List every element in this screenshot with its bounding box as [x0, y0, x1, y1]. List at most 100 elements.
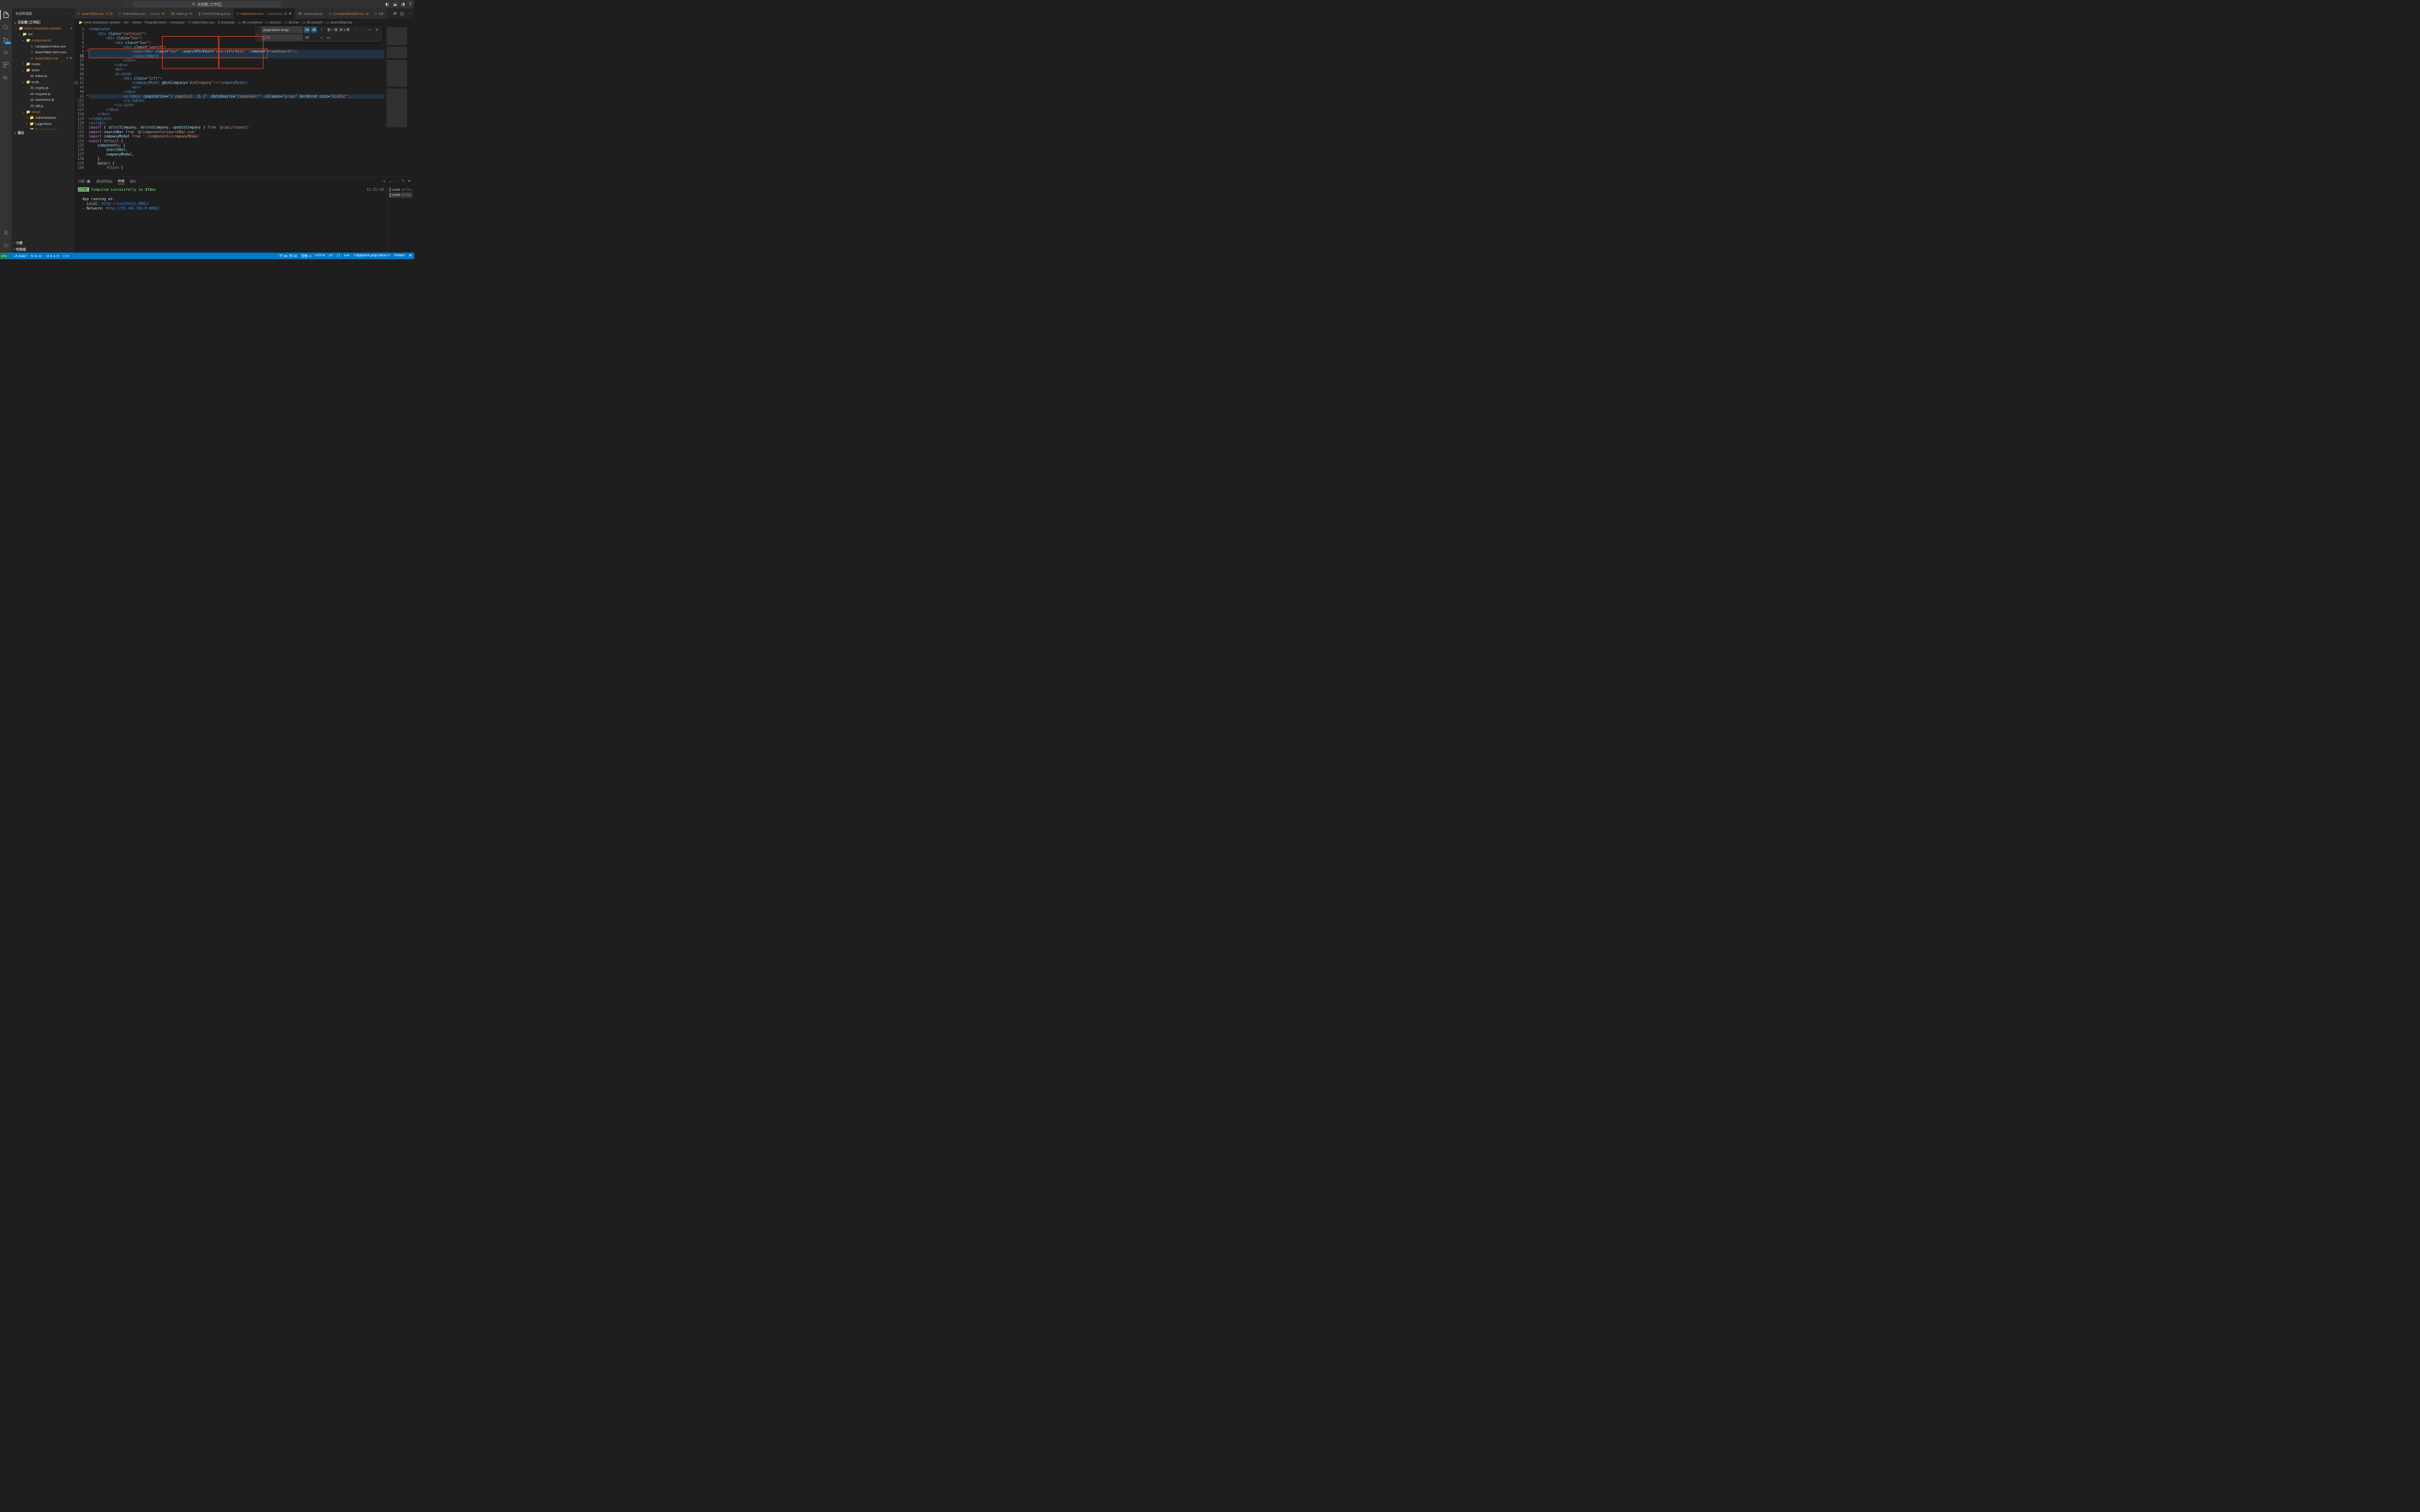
breadcrumb-item[interactable]: ▢div.search — [302, 20, 323, 24]
breadcrumb-item[interactable]: ▢div.bar — [284, 20, 299, 24]
layout-side-icon[interactable]: ◨ — [401, 1, 405, 6]
breadcrumb-item[interactable]: ▢searchBar.bar — [326, 20, 352, 24]
editor-tab[interactable]: Vind — [372, 9, 387, 19]
explorer-icon[interactable] — [2, 12, 9, 19]
command-center[interactable]: 无标题 (工作区) — [133, 1, 282, 7]
status-selector[interactable]: <TagName prop-name /> — [354, 253, 390, 258]
debug-icon[interactable] — [2, 49, 9, 56]
tab-ports[interactable]: 端口 — [130, 179, 136, 184]
status-ports[interactable]: ⬡ 0 — [63, 254, 68, 258]
breadcrumb-item[interactable]: ▢div.box — [266, 20, 281, 24]
terminal-link[interactable]: http://localhost:8081/ — [102, 202, 149, 206]
match-case-icon[interactable]: Aa — [304, 27, 310, 32]
docker-icon[interactable] — [2, 74, 9, 81]
tab-debug-console[interactable]: 调试控制台 — [96, 179, 112, 184]
editor-tab[interactable]: VsearchBar.vue4, M — [74, 9, 115, 19]
tree-item[interactable]: VsearchBar-Item.vue — [12, 49, 75, 55]
find-prev-icon[interactable]: ↑ — [352, 27, 358, 32]
status-sync[interactable]: ↻ 0↓ 1↑ — [31, 254, 42, 258]
panel-close-icon[interactable]: ✕ — [408, 179, 411, 184]
status-encoding[interactable]: UTF-8 — [315, 253, 325, 258]
tree-item[interactable]: VnavigationView.vue — [12, 43, 75, 49]
code-editor[interactable]: <template> <div class="container"> <div … — [89, 26, 384, 176]
minimap[interactable] — [385, 26, 414, 176]
breadcrumb[interactable]: 📁write-employee-system›src›views›Regular… — [74, 19, 414, 26]
find-input[interactable] — [261, 27, 303, 33]
find-selection-icon[interactable]: ≡ — [367, 27, 372, 32]
tab-terminal[interactable]: 终端 — [118, 179, 125, 184]
editor-tab[interactable]: VindexView.vue.../gusterM — [116, 9, 168, 19]
terminal-split-icon[interactable]: ⌄ — [389, 179, 392, 184]
find-close-icon[interactable]: ✕ — [374, 27, 380, 32]
tree-item[interactable]: VsearchBar.vue4, M — [12, 55, 75, 61]
tree-item[interactable]: ⌄📁tools — [12, 79, 75, 85]
status-feedback-icon[interactable]: ⊕ — [409, 253, 412, 258]
new-terminal-icon[interactable]: ＋ — [382, 179, 386, 184]
replace-one-icon[interactable]: ⤷ — [318, 35, 324, 40]
tree-item[interactable]: ⌄📁views — [12, 109, 75, 114]
editor-tab[interactable]: JSmain.jsM — [168, 9, 195, 19]
tabs-more-icon[interactable]: ⋯ — [408, 12, 411, 17]
customize-layout-icon[interactable]: ⠿ — [409, 1, 412, 6]
status-problems[interactable]: ⊘ 5 ⚠ 0 — [47, 254, 59, 258]
status-branch[interactable]: ⎇ main* — [14, 254, 27, 258]
editor-tab[interactable]: {}bezierEasing.less — [196, 9, 234, 19]
status-indent[interactable]: 空格: 4 — [301, 253, 311, 258]
nav-back-icon[interactable]: ← — [125, 2, 129, 6]
tree-item[interactable]: JSrequest.js — [12, 91, 75, 96]
tree-item[interactable]: JSindex.js — [12, 73, 75, 78]
terminal-process[interactable]: nodewrite… — [390, 192, 413, 197]
tree-item[interactable]: ⌄📁components — [12, 37, 75, 43]
replace-all-icon[interactable]: ⤷⤷ — [326, 35, 331, 40]
panel-maximize-icon[interactable]: ˄ — [403, 179, 405, 184]
panel-more-icon[interactable]: ⋯ — [395, 179, 399, 184]
tree-item[interactable]: ⌄📁write-employee-system● — [12, 25, 75, 31]
breadcrumb-item[interactable]: 📁write-employee-system — [79, 20, 120, 24]
tree-item[interactable]: ›📁LoginView — [12, 121, 75, 127]
status-eol[interactable]: LF — [329, 253, 333, 258]
breadcrumb-item[interactable]: RegularUsers — [145, 20, 166, 24]
output-section[interactable]: ⌄输出 — [12, 129, 75, 135]
editor-tab[interactable]: VindexView.vue.../companyM✕ — [234, 9, 295, 19]
account-icon[interactable] — [2, 230, 9, 237]
editor-tab[interactable]: JSsaveVuex.js — [295, 9, 326, 19]
status-language[interactable]: vue — [344, 253, 349, 258]
outline-section[interactable]: ›大纲 — [12, 240, 75, 246]
tab-problems[interactable]: 问题5 — [78, 179, 91, 184]
tree-item[interactable]: ›📁router — [12, 61, 75, 67]
layout-bottom-icon[interactable]: ⬓ — [393, 1, 397, 6]
extensions-icon[interactable] — [2, 61, 9, 68]
status-prettier[interactable]: Prettier — [394, 253, 405, 258]
breadcrumb-item[interactable]: company — [170, 20, 184, 24]
scm-icon[interactable]: 274 — [2, 36, 9, 43]
split-editor-icon[interactable]: ◫ — [400, 12, 403, 17]
timeline-section[interactable]: ›时间线 — [12, 246, 75, 253]
breadcrumb-item[interactable]: {}template — [218, 20, 234, 24]
tree-item[interactable]: JSutil.js — [12, 103, 75, 109]
breadcrumb-item[interactable]: VindexView.vue — [188, 20, 214, 24]
terminal-output[interactable]: DONE Compiled successfully in 839ms12:25… — [74, 186, 387, 253]
nav-forward-icon[interactable]: → — [134, 2, 138, 6]
tree-item[interactable]: ›📁Administrator — [12, 114, 75, 120]
remote-indicator[interactable]: ⟷ — [0, 253, 8, 259]
tree-item[interactable]: JScrypto.js — [12, 85, 75, 91]
sidebar-more-icon[interactable]: ⋯ — [68, 12, 71, 15]
tree-item[interactable]: ⌄📁store — [12, 67, 75, 73]
status-cursor[interactable]: 行 36, 列 33 — [279, 253, 297, 258]
workspace-header[interactable]: ⌄ 无标题 (工作区) — [12, 19, 75, 25]
replace-input[interactable] — [261, 35, 303, 41]
tree-item[interactable]: ⌄📁src — [12, 31, 75, 37]
terminal-link[interactable]: http://10.242.192.0:8081/ — [106, 207, 160, 211]
compare-icon[interactable]: ⇄ — [393, 12, 397, 17]
editor-tab[interactable]: VcompanyModal.vueM — [326, 9, 372, 19]
breadcrumb-item[interactable]: views — [133, 20, 141, 24]
settings-gear-icon[interactable] — [2, 242, 9, 249]
terminal-process[interactable]: nodewrite… — [390, 187, 413, 192]
search-activity-icon[interactable] — [2, 24, 9, 31]
find-next-icon[interactable]: ↓ — [359, 27, 365, 32]
breadcrumb-item[interactable]: ▢div.container — [238, 20, 262, 24]
preserve-case-icon[interactable]: AB — [304, 35, 310, 40]
layout-panel-icon[interactable]: ◧ — [385, 1, 389, 6]
breadcrumb-item[interactable]: src — [124, 20, 129, 24]
match-word-icon[interactable]: ab — [311, 27, 317, 32]
